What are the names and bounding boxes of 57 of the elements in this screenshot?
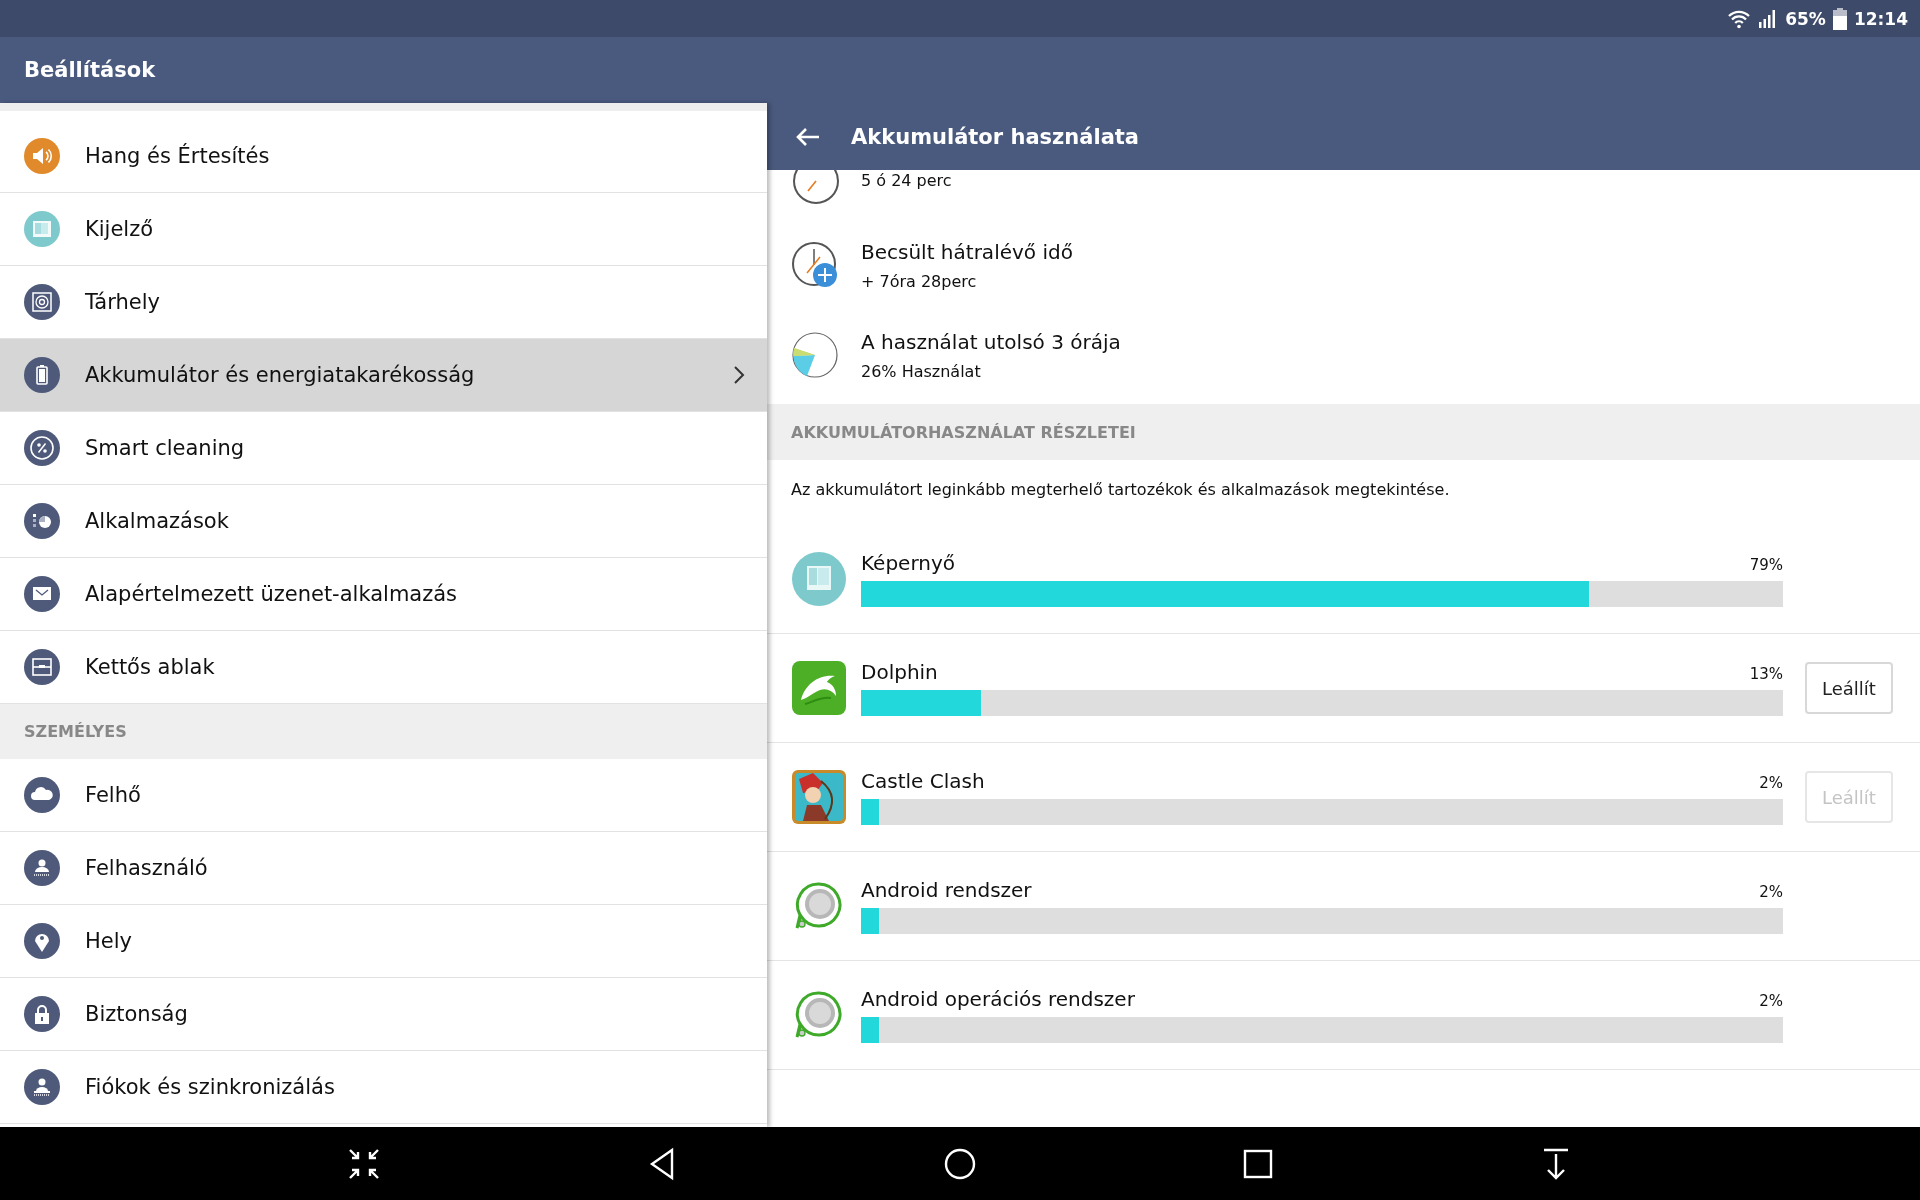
percent-icon <box>24 430 60 466</box>
apps-icon <box>24 503 60 539</box>
settings-item[interactable]: Felhő <box>0 759 767 832</box>
summary-title: A használat utolsó 3 órája <box>861 329 1121 354</box>
envelope-icon <box>24 576 60 612</box>
clock-plus-icon <box>791 241 839 289</box>
dolphin-icon <box>791 660 847 716</box>
usage-percent: 79% <box>1749 556 1783 574</box>
chevron-right-icon <box>733 365 745 385</box>
stamp-icon <box>24 1069 60 1105</box>
section-header: AKKUMULÁTORHASZNÁLAT RÉSZLETEI <box>767 404 1920 460</box>
dual-window-icon <box>24 649 60 685</box>
usage-percent: 2% <box>1759 992 1783 1010</box>
speaker-icon <box>24 138 60 174</box>
storage-icon <box>24 284 60 320</box>
usage-percent: 2% <box>1759 774 1783 792</box>
settings-item[interactable]: Smart cleaning <box>0 412 767 485</box>
settings-item[interactable]: Biztonság <box>0 978 767 1051</box>
wifi-icon <box>1727 8 1752 29</box>
back-arrow-icon[interactable] <box>795 126 821 147</box>
detail-title: Akkumulátor használata <box>851 124 1139 149</box>
usage-pie-icon <box>791 331 839 379</box>
display-icon <box>24 211 60 247</box>
summary-title: Becsült hátralévő idő <box>861 239 1073 264</box>
clock-time: 12:14 <box>1853 8 1908 29</box>
battery-icon <box>24 357 60 393</box>
summary-value: + 7óra 28perc <box>861 271 978 291</box>
app-name: Android rendszer <box>861 878 1032 902</box>
usage-percent: 2% <box>1759 883 1783 901</box>
display-icon <box>791 551 847 607</box>
settings-item[interactable]: Fiókok és szinkronizálás <box>0 1051 767 1124</box>
settings-item[interactable]: Felhasználó <box>0 832 767 905</box>
app-name: Képernyő <box>861 551 956 575</box>
battery-icon <box>1832 7 1847 30</box>
settings-item[interactable]: Alkalmazások <box>0 485 767 558</box>
summary-value: 5 ó 24 perc <box>861 170 952 190</box>
description-text: Az akkumulátort leginkább megterhelő tartozékok és alkalmazások megtekintése. <box>790 479 1451 501</box>
app-title: Beállítások <box>24 58 156 82</box>
section-header: SZEMÉLYES <box>0 704 767 759</box>
app-name: Castle Clash <box>861 769 985 793</box>
location-pin-icon <box>24 923 60 959</box>
clock-icon <box>791 170 839 204</box>
battery-percent: 65% <box>1785 8 1826 29</box>
settings-item[interactable]: Hang és Értesítés <box>0 120 767 193</box>
settings-item[interactable]: Akkumulátor és energiatakarékosság <box>0 339 767 412</box>
lock-icon <box>24 996 60 1032</box>
user-icon <box>24 850 60 886</box>
stop-button[interactable]: Leállít <box>1805 662 1893 714</box>
cloud-icon <box>24 777 60 813</box>
settings-item[interactable]: Kijelző <box>0 193 767 266</box>
summary-value: 26% Használat <box>861 361 982 381</box>
usage-percent: 13% <box>1749 665 1783 683</box>
app-name: Dolphin <box>861 660 938 684</box>
app-name: Android operációs rendszer <box>861 987 1135 1011</box>
settings-item[interactable]: Hely <box>0 905 767 978</box>
game-character-icon <box>791 769 847 825</box>
settings-item[interactable]: Alapértelmezett üzenet-alkalmazás <box>0 558 767 631</box>
